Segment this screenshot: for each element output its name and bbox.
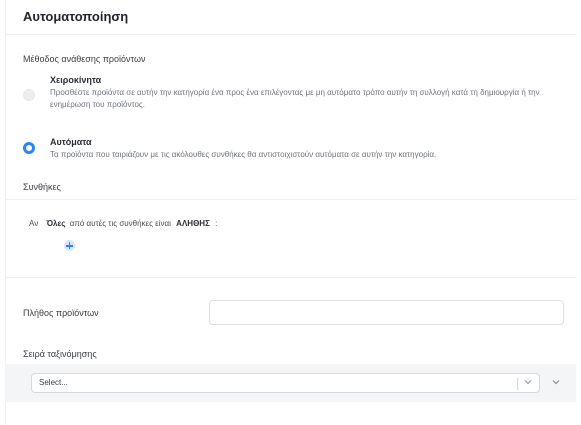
conditions-colon: :	[215, 219, 218, 228]
manual-option-description: Προσθέστε προϊόντα σε αυτήν την κατηγορί…	[50, 88, 540, 109]
if-text: Αν	[29, 219, 39, 228]
chevron-down-icon[interactable]	[523, 377, 533, 387]
product-count-label: Πλήθος προϊόντων	[23, 308, 99, 318]
automatic-option-description: Τα προϊόντα που ταιριάζουν με τις ακόλου…	[50, 150, 437, 159]
all-any-toggle[interactable]: Όλες	[46, 219, 65, 228]
automatic-option-title: Αυτόματα	[50, 137, 92, 147]
conditions-divider	[6, 199, 577, 200]
automation-panel: Αυτοματοποίηση Μέθοδος ανάθεσης προϊόντω…	[5, 0, 577, 425]
sort-order-row: Select...	[5, 364, 576, 402]
sort-order-placeholder: Select...	[39, 378, 68, 387]
select-divider	[517, 378, 518, 390]
conditions-label: Συνθήκες	[23, 182, 61, 192]
automatic-radio[interactable]	[23, 142, 35, 154]
conditions-bottom-divider	[6, 277, 577, 278]
collapse-chevron-icon[interactable]	[551, 377, 561, 387]
plus-circle-icon[interactable]	[64, 240, 75, 251]
conditions-middle-text: από αυτές τις συνθήκες είναι	[69, 219, 171, 228]
manual-option-title: Χειροκίνητα	[50, 75, 102, 85]
true-false-toggle[interactable]: ΑΛΗΘΗΣ	[176, 219, 210, 228]
sort-order-label: Σειρά ταξινόμησης	[23, 349, 97, 359]
page-title: Αυτοματοποίηση	[23, 9, 129, 24]
conditions-rule: Αν Όλες από αυτές τις συνθήκες είναι ΑΛΗ…	[29, 219, 217, 228]
manual-radio[interactable]	[23, 89, 35, 101]
sort-order-select[interactable]: Select...	[31, 373, 540, 393]
assignment-method-label: Μέθοδος ανάθεσης προϊόντων	[23, 54, 146, 64]
product-count-input[interactable]	[209, 300, 564, 325]
title-divider	[6, 34, 577, 35]
